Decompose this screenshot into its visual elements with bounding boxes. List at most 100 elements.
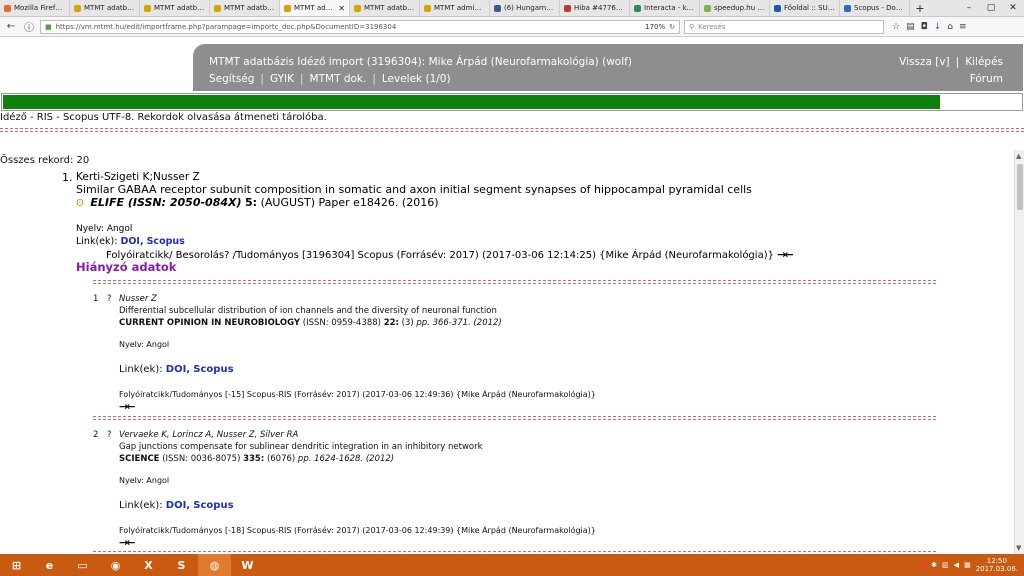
tray-acrobat-icon[interactable]: ▣ <box>920 561 927 569</box>
status-line: Idéző - RIS - Scopus UTF-8. Rekordok olv… <box>0 112 327 123</box>
browser-tab[interactable]: Scopus - Docu... <box>840 0 910 16</box>
journal-icon[interactable]: ʘ <box>76 198 84 209</box>
page-scrollbar[interactable]: ▲ ▼ <box>1014 150 1024 554</box>
browser-tab[interactable]: MTMT adatbázi... <box>210 0 280 16</box>
browser-tab[interactable]: MTMT admin f... <box>420 0 490 16</box>
browser-tab[interactable]: Interacta - külf... <box>630 0 700 16</box>
doi-link[interactable]: DOI, <box>166 500 190 511</box>
chrome-icon[interactable]: ◉ <box>99 554 132 576</box>
scopus-link[interactable]: Scopus <box>193 364 233 375</box>
tab-label: Hiba #4776: Ért... <box>574 4 625 12</box>
new-tab-button[interactable]: + <box>910 0 930 16</box>
scrollbar-thumb[interactable] <box>1017 164 1023 210</box>
info-icon[interactable]: ⓘ <box>22 20 36 34</box>
citation-issue: (6076) <box>266 454 296 464</box>
merge-arrows-icon[interactable]: →← <box>119 536 136 549</box>
browser-tab[interactable]: MTMT adatbázi... <box>140 0 210 16</box>
tab-close-icon[interactable]: ✕ <box>338 4 345 13</box>
menu-help-link[interactable]: Segítség <box>209 73 254 85</box>
system-tray: ▣ ✱ ▥ ◀ ▦ 12:50 2017.03.06. <box>920 557 1024 573</box>
browser-tab[interactable]: speedup.hu - K... <box>700 0 770 16</box>
windows-taskbar: ⊞ e ▭ ◉ X S ◍ W ▣ ✱ ▥ ◀ ▦ 12:50 2017.03.06. <box>0 554 1024 576</box>
tab-label: (6) Hungarnet ... <box>504 4 555 12</box>
scroll-down-icon[interactable]: ▼ <box>1016 544 1021 552</box>
tab-label: Interacta - külf... <box>644 4 695 12</box>
tab-favicon-icon <box>214 4 221 12</box>
tray-bluetooth-icon[interactable]: ✱ <box>931 561 937 569</box>
tab-favicon-icon <box>844 4 851 12</box>
tab-label: Scopus - Docu... <box>854 4 905 12</box>
journal-volume: 5: <box>245 196 258 209</box>
browser-tab[interactable]: Mozilla Firefox... <box>0 0 70 16</box>
scroll-up-icon[interactable]: ▲ <box>1016 152 1021 160</box>
word-icon[interactable]: W <box>231 554 264 576</box>
zoom-level[interactable]: 170% <box>645 23 665 31</box>
taskbar-clock[interactable]: 12:50 2017.03.06. <box>976 557 1018 573</box>
back-link[interactable]: Vissza [v] <box>899 56 950 68</box>
missing-data-label[interactable]: Hiányzó adatok <box>76 260 176 274</box>
menu-icon[interactable]: ≡ <box>959 22 967 32</box>
bookmark-star-icon[interactable]: ☆ <box>892 22 900 32</box>
tab-label: Főoldal :: SUWE... <box>784 4 835 12</box>
citation-language: Nyelv: Angol <box>119 476 170 485</box>
tab-label: MTMT ada... <box>294 4 336 12</box>
maximize-icon[interactable]: ▢ <box>980 0 1002 16</box>
download-icon[interactable]: ↓ <box>934 22 942 32</box>
excel-icon[interactable]: X <box>132 554 165 576</box>
browser-tab[interactable]: MTMT adatbázi... <box>350 0 420 16</box>
url-bar[interactable]: ■ https://vm.mtmt.hu/edit/importframe.ph… <box>40 19 680 34</box>
reload-icon[interactable]: ↻ <box>669 23 675 31</box>
file-explorer-icon[interactable]: ▭ <box>66 554 99 576</box>
tray-volume-icon[interactable]: ◀ <box>954 561 959 569</box>
tab-favicon-icon <box>354 4 361 12</box>
import-progress-bar <box>1 93 1023 111</box>
start-icon[interactable]: ⊞ <box>0 554 33 576</box>
citation-category: Folyóiratcikk/Tudományos [-15] Scopus-RI… <box>119 390 596 399</box>
forum-link[interactable]: Fórum <box>970 73 1003 85</box>
citation-number: 2 <box>93 430 99 440</box>
search-placeholder: Keresés <box>698 22 726 31</box>
browser-tab[interactable]: Főoldal :: SUWE... <box>770 0 840 16</box>
total-records: Összes rekord: 20 <box>0 155 90 166</box>
pocket-icon[interactable]: ◘ <box>921 22 928 32</box>
citation-language: Nyelv: Angol <box>119 340 170 349</box>
skype-icon[interactable]: S <box>165 554 198 576</box>
doi-link[interactable]: DOI, <box>120 236 143 247</box>
menu-messages-link[interactable]: Levelek (1/0) <box>382 73 451 85</box>
firefox-icon[interactable]: ◍ <box>198 554 231 576</box>
home-icon[interactable]: ⌂ <box>947 22 953 32</box>
browser-tab[interactable]: (6) Hungarnet ... <box>490 0 560 16</box>
citation-volume: 335: <box>243 454 265 464</box>
scopus-link[interactable]: Scopus <box>193 500 233 511</box>
citation-status-mark: ? <box>107 430 112 440</box>
merge-arrows-icon[interactable]: →← <box>777 248 794 261</box>
browser-tab[interactable]: MTMT adatbázi... <box>70 0 140 16</box>
citation-journal-name: CURRENT OPINION IN NEUROBIOLOGY <box>119 318 301 328</box>
citation-pages: pp. 366-371. (2012) <box>416 318 502 328</box>
minimize-icon[interactable]: – <box>958 0 980 16</box>
merge-arrows-icon[interactable]: →← <box>119 400 136 413</box>
tab-label: MTMT adatbázi... <box>224 4 275 12</box>
menu-faq-link[interactable]: GYIK <box>270 73 294 85</box>
search-input[interactable]: ⚲ Keresés <box>684 19 884 34</box>
tray-network-icon[interactable]: ▥ <box>942 561 949 569</box>
menu-docs-link[interactable]: MTMT dok. <box>310 73 367 85</box>
reading-list-icon[interactable]: ▤ <box>906 22 915 32</box>
tray-keyboard-icon[interactable]: ▦ <box>964 561 971 569</box>
clock-time: 12:50 <box>986 557 1007 565</box>
browser-tab[interactable]: Hiba #4776: Ért... <box>560 0 630 16</box>
scopus-link[interactable]: Scopus <box>147 236 185 247</box>
lock-icon: ■ <box>45 22 52 31</box>
edge-icon[interactable]: e <box>33 554 66 576</box>
record-category: Folyóiratcikk/ Besorolás? /Tudományos [3… <box>106 248 794 261</box>
browser-tab-active[interactable]: MTMT ada... ✕ <box>280 0 350 16</box>
logout-link[interactable]: Kilépés <box>965 56 1003 68</box>
close-window-icon[interactable]: ✕ <box>1002 0 1024 16</box>
citation-pages: pp. 1624-1628. (2012) <box>297 454 395 464</box>
tab-favicon-icon <box>494 4 501 12</box>
doi-link[interactable]: DOI, <box>166 364 190 375</box>
record-number: 1. <box>62 171 73 184</box>
links-label: Link(ek): <box>76 236 118 247</box>
citation-journal: CURRENT OPINION IN NEUROBIOLOGY (ISSN: 0… <box>119 318 502 328</box>
back-arrow-icon[interactable]: ← <box>4 20 18 34</box>
